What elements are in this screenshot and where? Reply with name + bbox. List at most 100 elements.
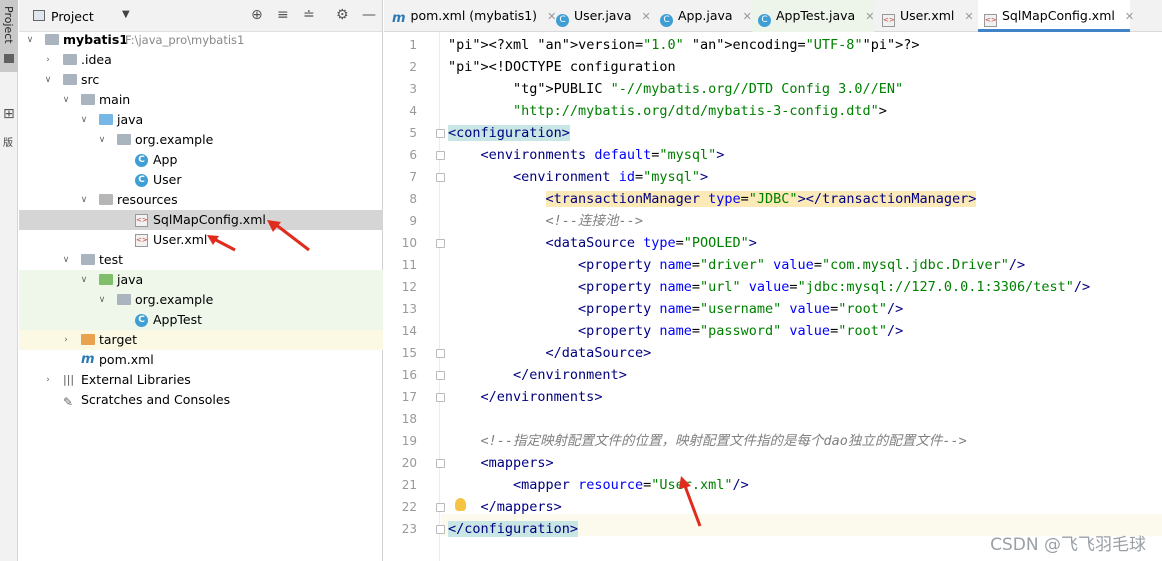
- code-line[interactable]: <!--连接池-->: [448, 210, 643, 232]
- line-number: 19: [401, 434, 417, 448]
- tree-row-test-org-example[interactable]: ∨ org.example: [19, 290, 383, 310]
- secondary-tab-label: 版: [3, 138, 13, 149]
- chevron-down-icon[interactable]: ∨: [61, 90, 71, 110]
- code-line[interactable]: "tg">PUBLIC "-//mybatis.org//DTD Config …: [448, 78, 903, 100]
- tree-row-main[interactable]: ∨ main: [19, 90, 383, 110]
- line-number: 15: [401, 346, 417, 360]
- close-icon[interactable]: ✕: [865, 10, 874, 23]
- tree-row-sqlmapconfig-selected[interactable]: <> SqlMapConfig.xml: [19, 210, 383, 230]
- line-number: 6: [409, 148, 417, 162]
- tree-row-user-xml[interactable]: <> User.xml: [19, 230, 383, 250]
- secondary-tool-tab[interactable]: ⊞ 版: [0, 104, 18, 152]
- tree-label: Scratches and Consoles: [81, 392, 231, 407]
- tree-row-target[interactable]: › target: [19, 330, 383, 350]
- code-line[interactable]: "http://mybatis.org/dtd/mybatis-3-config…: [448, 100, 887, 122]
- code-line[interactable]: <property name="driver" value="com.mysql…: [448, 254, 1025, 276]
- chevron-down-icon[interactable]: ∨: [97, 130, 107, 150]
- tab-label: User.java: [574, 8, 632, 23]
- folder-icon: [4, 54, 14, 63]
- project-tab-label: Project: [2, 6, 15, 44]
- view-dropdown-icon[interactable]: ▼: [122, 9, 130, 20]
- code-line[interactable]: <!--指定映射配置文件的位置，映射配置文件指的是每个dao独立的配置文件-->: [448, 430, 967, 452]
- tree-row-java[interactable]: ∨ java: [19, 110, 383, 130]
- code-line[interactable]: "pi"><!DOCTYPE configuration: [448, 56, 676, 78]
- code-line[interactable]: <configuration>: [448, 122, 570, 144]
- tab-pom-xml[interactable]: m pom.xml (mybatis1) ✕: [386, 0, 556, 32]
- tree-label: User: [153, 172, 182, 187]
- collapse-all-icon[interactable]: ≐: [303, 7, 315, 23]
- tree-row-user[interactable]: C User: [19, 170, 383, 190]
- code-line[interactable]: <dataSource type="POOLED">: [448, 232, 757, 254]
- maven-icon: m: [81, 352, 95, 367]
- test-folder-icon: [99, 274, 113, 285]
- code-line[interactable]: <property name="password" value="root"/>: [448, 320, 903, 342]
- tree-row-org-example[interactable]: ∨ org.example: [19, 130, 383, 150]
- code-line[interactable]: <mappers>: [448, 452, 554, 474]
- tree-row-app[interactable]: C App: [19, 150, 383, 170]
- tree-row-src[interactable]: ∨ src: [19, 70, 383, 90]
- lightbulb-icon[interactable]: [455, 498, 466, 511]
- tree-row-scratches[interactable]: ✎ Scratches and Consoles: [19, 390, 383, 410]
- tab-apptest-java[interactable]: C AppTest.java ✕: [752, 0, 874, 32]
- tree-row-idea[interactable]: › .idea: [19, 50, 383, 70]
- code-line[interactable]: <environment id="mysql">: [448, 166, 708, 188]
- tab-app-java[interactable]: C App.java ✕: [654, 0, 752, 32]
- hide-icon[interactable]: —: [362, 7, 376, 23]
- code-line[interactable]: <property name="username" value="root"/>: [448, 298, 903, 320]
- folder-icon: [63, 74, 77, 85]
- code-line[interactable]: <property name="url" value="jdbc:mysql:/…: [448, 276, 1090, 298]
- close-icon[interactable]: ✕: [964, 10, 973, 23]
- chevron-down-icon[interactable]: ∨: [79, 190, 89, 210]
- chevron-down-icon[interactable]: ∨: [79, 270, 89, 290]
- close-icon[interactable]: ✕: [743, 10, 752, 23]
- code-editor[interactable]: "pi"><?xml "an">version="1.0" "an">encod…: [441, 32, 1162, 561]
- project-tool-tab[interactable]: Project: [0, 0, 18, 72]
- locate-icon[interactable]: ⊕: [251, 7, 263, 23]
- tree-row-mybatis1[interactable]: ∨ mybatis1 F:\java_pro\mybatis1: [19, 30, 383, 50]
- gear-icon[interactable]: ⚙: [336, 7, 349, 23]
- chevron-down-icon[interactable]: ∨: [97, 290, 107, 310]
- chevron-right-icon[interactable]: ›: [61, 330, 71, 350]
- line-number: 4: [409, 104, 417, 118]
- xml-icon: <>: [135, 214, 148, 227]
- source-folder-icon: [99, 114, 113, 125]
- code-line[interactable]: </dataSource>: [448, 342, 652, 364]
- class-icon: C: [556, 14, 569, 27]
- project-panel-title[interactable]: Project: [51, 9, 94, 24]
- expand-all-icon[interactable]: ≡: [277, 7, 289, 23]
- chevron-right-icon[interactable]: ›: [43, 370, 53, 390]
- tree-row-apptest[interactable]: C AppTest: [19, 310, 383, 330]
- code-line[interactable]: </environment>: [448, 364, 627, 386]
- tree-label: org.example: [135, 132, 214, 147]
- tree-label: SqlMapConfig.xml: [153, 212, 266, 227]
- tab-sqlmapconfig-xml[interactable]: <> SqlMapConfig.xml ✕: [978, 0, 1134, 32]
- project-panel: Project ▼ ⊕ ≡ ≐ ⚙ — ∨ mybatis1 F:\java_p…: [19, 0, 383, 561]
- code-line[interactable]: </environments>: [448, 386, 603, 408]
- close-icon[interactable]: ✕: [642, 10, 651, 23]
- chevron-down-icon[interactable]: ∨: [25, 30, 35, 50]
- tree-row-pom[interactable]: m pom.xml: [19, 350, 383, 370]
- class-icon: C: [135, 174, 148, 187]
- code-line[interactable]: <environments default="mysql">: [448, 144, 725, 166]
- tree-label: App: [153, 152, 178, 167]
- code-line[interactable]: </configuration>: [448, 518, 579, 540]
- xml-icon: <>: [984, 14, 997, 27]
- tree-row-test-java[interactable]: ∨ java: [19, 270, 383, 290]
- tree-row-resources[interactable]: ∨ resources: [19, 190, 383, 210]
- tab-user-xml[interactable]: <> User.xml ✕: [876, 0, 976, 32]
- tree-label: AppTest: [153, 312, 203, 327]
- tree-label: java: [117, 112, 144, 127]
- code-line[interactable]: <transactionManager type="JDBC"></transa…: [448, 188, 977, 210]
- tab-user-java[interactable]: C User.java ✕: [550, 0, 652, 32]
- chevron-down-icon[interactable]: ∨: [43, 70, 53, 90]
- tree-label: External Libraries: [81, 372, 191, 387]
- tree-row-test[interactable]: ∨ test: [19, 250, 383, 270]
- chevron-right-icon[interactable]: ›: [43, 50, 53, 70]
- chevron-down-icon[interactable]: ∨: [79, 110, 89, 130]
- tool-window-stripe: Project ⊞ 版: [0, 0, 18, 561]
- folder-icon: [81, 254, 95, 265]
- chevron-down-icon[interactable]: ∨: [61, 250, 71, 270]
- close-icon[interactable]: ✕: [1125, 10, 1134, 23]
- code-line[interactable]: "pi"><?xml "an">version="1.0" "an">encod…: [448, 34, 919, 56]
- tree-row-external-libraries[interactable]: › ||| External Libraries: [19, 370, 383, 390]
